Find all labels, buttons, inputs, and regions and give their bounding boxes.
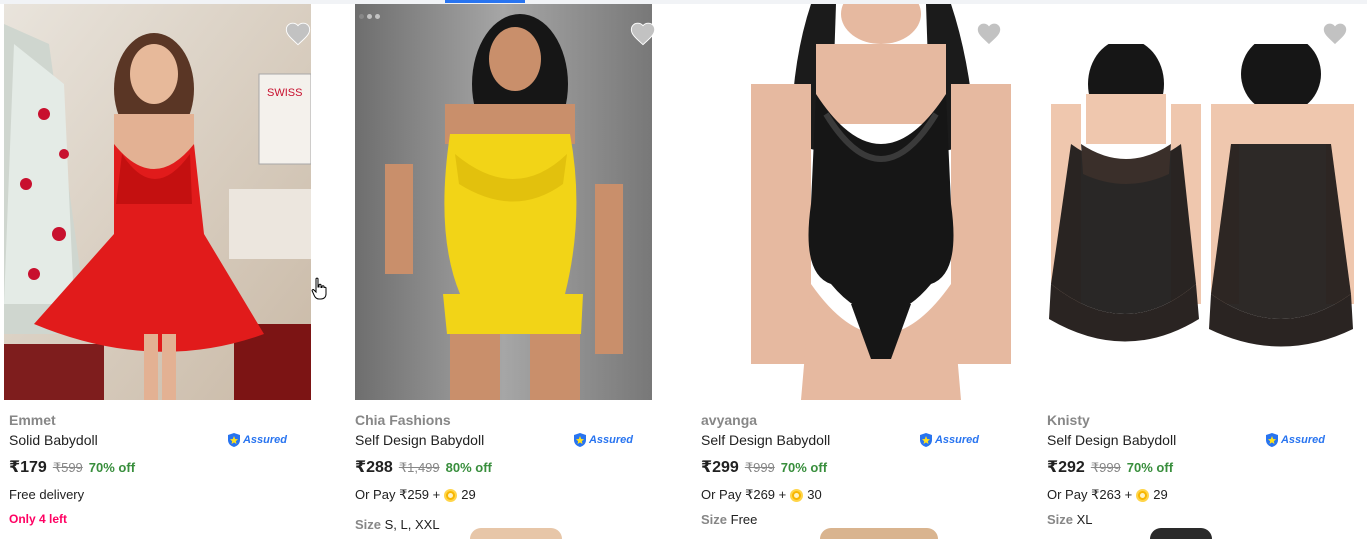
product-info: Chia Fashions Self Design Babydoll Assur… [355,410,655,532]
original-price: ₹599 [52,460,83,475]
supercoin-offer: Or Pay ₹263 + 29 [1047,485,1347,505]
product-image[interactable] [731,4,1031,400]
carousel-dot[interactable] [359,14,364,19]
wishlist-heart-icon[interactable] [975,20,1003,46]
coin-count: 29 [461,487,476,502]
or-pay-text: Or Pay ₹269 + [701,487,787,502]
coin-count: 29 [1153,487,1168,502]
brand-name: Emmet [9,412,56,428]
assured-shield-icon [919,433,932,447]
selling-price: ₹299 [701,459,739,476]
assured-shield-icon [227,433,240,447]
product-grid: SWISS Emmet Solid Babydoll Assured ₹179 … [0,4,1367,539]
product-info: avyanga Self Design Babydoll Assured ₹29… [701,410,1001,527]
supercoin-offer: Or Pay ₹269 + 30 [701,485,1001,505]
delivery-info: Free delivery [9,487,85,502]
next-row-product-image[interactable] [1150,528,1212,539]
product-image[interactable] [355,4,652,400]
supercoin-icon [444,488,458,502]
brand-name: Chia Fashions [355,412,451,428]
original-price: ₹999 [1090,460,1121,475]
assured-badge: Assured [572,432,633,448]
next-row-product-image[interactable] [470,528,562,539]
supercoin-offer: Or Pay ₹259 + 29 [355,485,655,505]
product-card[interactable]: Knisty Self Design Babydoll Assured ₹292… [1031,4,1367,539]
brand-name: avyanga [701,412,758,428]
product-info: Knisty Self Design Babydoll Assured ₹292… [1047,410,1347,527]
active-tab-indicator [445,0,525,3]
product-card[interactable]: Chia Fashions Self Design Babydoll Assur… [355,4,685,539]
carousel-dot[interactable] [375,14,380,19]
product-image[interactable]: SWISS [4,4,311,400]
or-pay-text: Or Pay ₹259 + [355,487,441,502]
image-carousel-dots[interactable] [359,14,380,19]
selling-price: ₹179 [9,459,47,476]
discount-label: 70% off [88,460,136,475]
supercoin-icon [790,488,804,502]
wishlist-heart-icon[interactable] [629,20,657,46]
product-card[interactable]: SWISS Emmet Solid Babydoll Assured ₹179 … [4,4,334,539]
next-row-product-image[interactable] [820,528,938,539]
discount-label: 80% off [445,460,492,475]
product-image[interactable] [1031,44,1367,360]
stock-warning: Only 4 left [9,512,68,526]
assured-shield-icon [1265,433,1278,447]
product-card[interactable]: avyanga Self Design Babydoll Assured ₹29… [701,4,1031,539]
coin-count: 30 [807,487,822,502]
or-pay-text: Or Pay ₹263 + [1047,487,1133,502]
carousel-dot[interactable] [367,14,372,19]
product-info: Emmet Solid Babydoll Assured ₹179 ₹599 7… [9,410,309,528]
product-title[interactable]: Self Design Babydoll [1047,430,1176,450]
supercoin-icon [1136,488,1150,502]
discount-label: 70% off [780,460,828,475]
selling-price: ₹292 [1047,459,1085,476]
assured-badge: Assured [1264,432,1325,448]
size-info: Size XL [1047,512,1093,527]
original-price: ₹999 [744,460,775,475]
svg-text:SWISS: SWISS [267,87,302,99]
size-info: Size Free [701,512,758,527]
product-title[interactable]: Self Design Babydoll [355,430,484,450]
product-title[interactable]: Solid Babydoll [9,430,98,450]
selling-price: ₹288 [355,459,393,476]
wishlist-heart-icon[interactable] [284,20,312,46]
assured-badge: Assured [226,432,287,448]
discount-label: 70% off [1126,460,1174,475]
assured-badge: Assured [918,432,979,448]
brand-name: Knisty [1047,412,1090,428]
assured-shield-icon [573,433,586,447]
product-title[interactable]: Self Design Babydoll [701,430,830,450]
wishlist-heart-icon[interactable] [1321,20,1349,46]
original-price: ₹1,499 [398,460,440,475]
